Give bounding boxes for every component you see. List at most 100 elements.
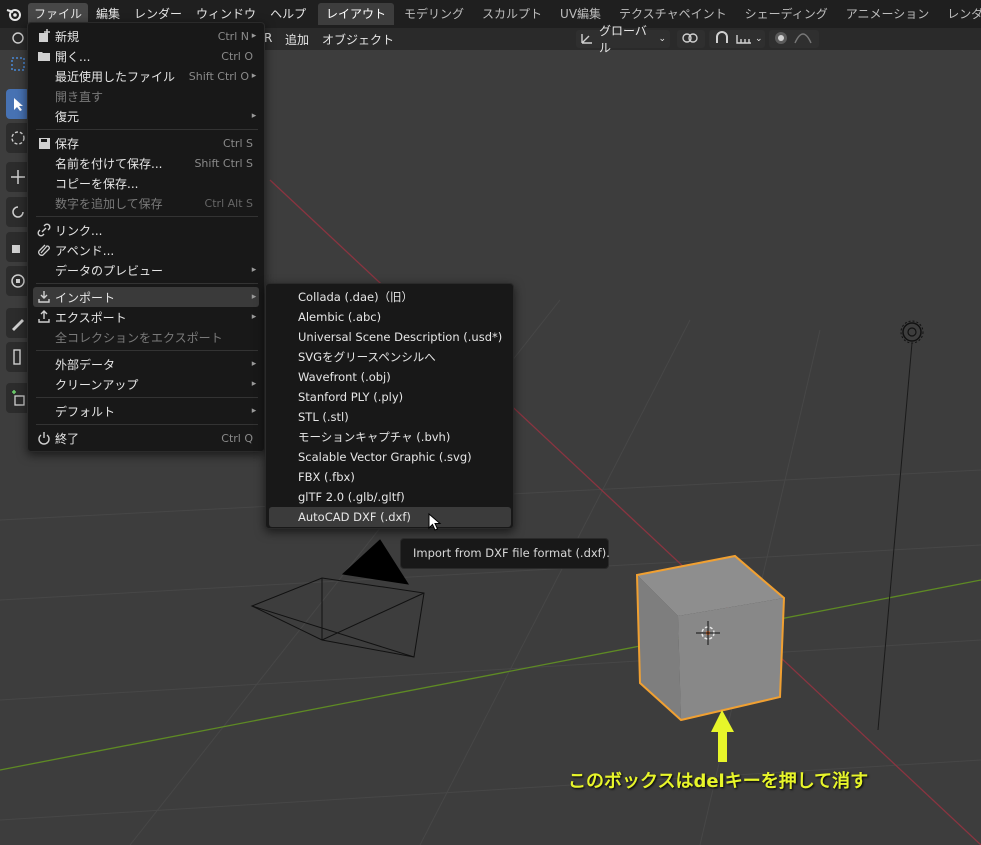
- file-menu-export-all-collections-label: 全コレクションをエクスポート: [55, 330, 223, 345]
- menu-separator: [36, 350, 258, 351]
- tab-shading[interactable]: シェーディング: [737, 3, 836, 25]
- file-menu-defaults-label: デフォルト: [55, 404, 116, 419]
- file-menu-link[interactable]: リンク...: [33, 220, 259, 240]
- transform-orientation-value: グローバル: [599, 24, 647, 55]
- file-menu-export-label: エクスポート: [55, 310, 127, 325]
- file-menu-save-copy-label: コピーを保存...: [55, 176, 139, 191]
- chevron-down-icon: ⌄: [755, 34, 763, 44]
- menu-help[interactable]: ヘルプ: [264, 3, 312, 25]
- file-menu-save-incremental-shortcut: Ctrl Alt S: [204, 196, 253, 210]
- file-menu-save-copy[interactable]: コピーを保存...: [33, 173, 259, 193]
- proportional-edit-icon[interactable]: [773, 31, 789, 48]
- pivot-point-dropdown[interactable]: [677, 30, 705, 48]
- new-file-icon: [33, 26, 55, 46]
- save-icon: [33, 133, 55, 153]
- file-menu-open[interactable]: 開く... Ctrl O: [33, 46, 259, 66]
- import-stl[interactable]: STL (.stl): [269, 407, 511, 427]
- file-menu-import-label: インポート: [55, 290, 116, 305]
- submenu-arrow-icon: ▸: [251, 379, 257, 389]
- viewport-menu-object[interactable]: オブジェクト: [322, 31, 394, 48]
- file-menu-open-label: 開く...: [55, 49, 91, 64]
- import-stanford-ply[interactable]: Stanford PLY (.ply): [269, 387, 511, 407]
- tab-sculpt[interactable]: スカルプト: [474, 3, 550, 25]
- file-menu-open-recent-label: 最近使用したファイル: [55, 69, 176, 84]
- menu-separator: [36, 283, 258, 284]
- menu-separator: [36, 397, 258, 398]
- file-menu-open-recent-shortcut: Shift Ctrl O: [188, 69, 249, 83]
- viewport-menu-select-partial[interactable]: R: [264, 31, 272, 45]
- file-menu-open-recent[interactable]: 最近使用したファイル Shift Ctrl O ▸: [33, 66, 259, 86]
- snap-magnet-icon[interactable]: [713, 30, 731, 48]
- submenu-arrow-icon: ▸: [251, 31, 257, 41]
- file-menu-save-as[interactable]: 名前を付けて保存... Shift Ctrl S: [33, 153, 259, 173]
- tab-modeling[interactable]: モデリング: [396, 3, 472, 25]
- chevron-down-icon: ⌄: [658, 34, 666, 44]
- cube-object[interactable]: [635, 554, 786, 722]
- mouse-cursor-icon: [428, 513, 442, 531]
- annotation-text: このボックスはdelキーを押して消す: [568, 771, 869, 792]
- blender-logo-icon[interactable]: [0, 0, 28, 28]
- tab-layout[interactable]: レイアウト: [318, 3, 395, 25]
- import-dxf-tooltip: Import from DXF file format (.dxf).: [400, 538, 610, 569]
- annotation-arrow: [711, 710, 734, 762]
- transform-orientation-dropdown[interactable]: グローバル ⌄: [576, 24, 670, 55]
- import-svg-grease-pencil[interactable]: SVGをグリースペンシルへ: [269, 347, 511, 367]
- file-menu-new[interactable]: 新規 Ctrl N ▸: [33, 26, 259, 46]
- file-menu-save-as-shortcut: Shift Ctrl S: [194, 156, 253, 170]
- file-menu-append[interactable]: アペンド...: [33, 240, 259, 260]
- submenu-arrow-icon: ▸: [251, 111, 257, 121]
- import-scalable-vector-graphic[interactable]: Scalable Vector Graphic (.svg): [269, 447, 511, 467]
- snap-increment-icon[interactable]: [735, 31, 753, 48]
- power-icon: [33, 428, 55, 448]
- import-motion-capture-bvh[interactable]: モーションキャプチャ (.bvh): [269, 427, 511, 447]
- light-object[interactable]: [877, 320, 924, 731]
- file-menu-recover[interactable]: 復元 ▸: [33, 106, 259, 126]
- tab-animation[interactable]: アニメーション: [838, 3, 938, 25]
- file-menu-save-label: 保存: [55, 136, 80, 151]
- append-icon: [33, 240, 55, 260]
- import-wavefront-obj[interactable]: Wavefront (.obj): [269, 367, 511, 387]
- file-menu-clean-up-label: クリーンアップ: [55, 377, 139, 392]
- camera-object[interactable]: [250, 539, 425, 658]
- file-menu-external-data-label: 外部データ: [55, 357, 116, 372]
- falloff-curve-icon[interactable]: [794, 31, 812, 48]
- import-fbx[interactable]: FBX (.fbx): [269, 467, 511, 487]
- file-menu-external-data[interactable]: 外部データ ▸: [33, 354, 259, 374]
- menu-separator: [36, 216, 258, 217]
- y-axis-line: [0, 579, 981, 771]
- file-menu-save-as-label: 名前を付けて保存...: [55, 156, 163, 171]
- file-menu-new-shortcut: Ctrl N: [217, 29, 249, 43]
- file-menu-defaults[interactable]: デフォルト ▸: [33, 401, 259, 421]
- tab-rendering[interactable]: レンダリング: [939, 3, 981, 25]
- viewport-menu-add[interactable]: 追加: [285, 31, 309, 48]
- file-menu-clean-up[interactable]: クリーンアップ ▸: [33, 374, 259, 394]
- file-menu-export[interactable]: エクスポート ▸: [33, 307, 259, 327]
- file-menu-quit[interactable]: 終了 Ctrl Q: [33, 428, 259, 448]
- file-menu-revert: 開き直す: [33, 86, 259, 106]
- submenu-arrow-icon: ▸: [251, 406, 257, 416]
- submenu-arrow-icon: ▸: [251, 312, 257, 322]
- file-menu-data-previews[interactable]: データのプレビュー ▸: [33, 260, 259, 280]
- folder-icon: [33, 46, 55, 66]
- file-menu-open-shortcut: Ctrl O: [221, 49, 253, 63]
- file-menu-import[interactable]: インポート ▸: [33, 287, 259, 307]
- submenu-arrow-icon: ▸: [251, 292, 257, 302]
- export-icon: [33, 307, 55, 327]
- file-menu-append-label: アペンド...: [55, 243, 115, 258]
- snap-controls[interactable]: ⌄: [709, 30, 765, 48]
- proportional-edit-controls[interactable]: [769, 30, 819, 48]
- import-usd[interactable]: Universal Scene Description (.usd*): [269, 327, 511, 347]
- file-menu-save-incremental-label: 数字を追加して保存: [55, 196, 163, 211]
- file-menu-save-incremental: 数字を追加して保存 Ctrl Alt S: [33, 193, 259, 213]
- file-menu-save-shortcut: Ctrl S: [222, 136, 253, 150]
- file-menu-save[interactable]: 保存 Ctrl S: [33, 133, 259, 153]
- menu-separator: [36, 129, 258, 130]
- link-icon: [33, 220, 55, 240]
- import-gltf[interactable]: glTF 2.0 (.glb/.gltf): [269, 487, 511, 507]
- submenu-arrow-icon: ▸: [251, 359, 257, 369]
- pivot-link-icon: [681, 31, 701, 48]
- import-collada[interactable]: Collada (.dae)（旧）: [269, 287, 511, 307]
- file-menu-export-all-collections: 全コレクションをエクスポート: [33, 327, 259, 347]
- import-autocad-dxf[interactable]: AutoCAD DXF (.dxf): [269, 507, 511, 527]
- import-alembic[interactable]: Alembic (.abc): [269, 307, 511, 327]
